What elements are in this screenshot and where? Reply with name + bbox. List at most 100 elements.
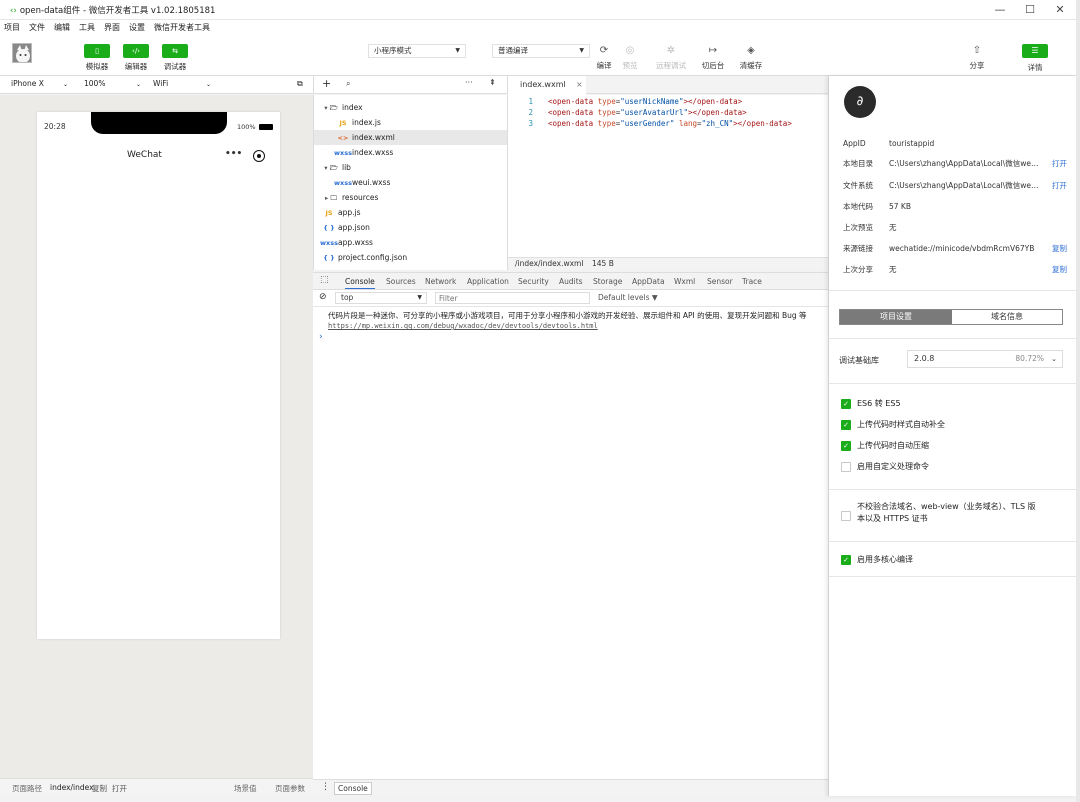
- tab-project-settings[interactable]: 项目设置: [840, 310, 952, 324]
- network-select[interactable]: WiFi: [153, 79, 168, 88]
- info-action-link[interactable]: 打开: [1052, 179, 1067, 193]
- drawer-tab-console[interactable]: Console: [334, 782, 372, 795]
- more-icon[interactable]: ···: [465, 78, 473, 87]
- menu-item-settings[interactable]: 设置: [125, 20, 150, 36]
- file-tree-item[interactable]: wxssweui.wxss: [314, 175, 508, 190]
- devtools-tab-console[interactable]: Console: [345, 277, 375, 289]
- preview-button[interactable]: ◎ 预览: [615, 44, 645, 71]
- devtools-tab-trace[interactable]: Trace: [742, 277, 762, 286]
- file-tree-item[interactable]: wxssapp.wxss: [314, 235, 508, 250]
- popout-icon[interactable]: ⧉: [297, 79, 303, 89]
- remote-debug-button[interactable]: ✲ 远程调试: [656, 44, 686, 71]
- devtools-tab-storage[interactable]: Storage: [593, 277, 622, 286]
- compile-option[interactable]: ✓ ES6 转 ES5: [841, 398, 901, 410]
- chevron-down-icon: ⌄: [136, 81, 142, 88]
- menu-item-tools[interactable]: 工具: [75, 20, 100, 36]
- context-select[interactable]: top ▼: [335, 292, 427, 304]
- background-button[interactable]: ↦ 切后台: [698, 44, 728, 71]
- log-levels-select[interactable]: Default levels ▼: [598, 293, 658, 302]
- file-name: lib: [342, 163, 351, 172]
- compile-option[interactable]: ✓ 上传代码时样式自动补全: [841, 419, 945, 431]
- caret-down-icon: ▼: [417, 294, 422, 301]
- compile-option[interactable]: ✓ 上传代码时自动压缩: [841, 440, 929, 452]
- menu-item-view[interactable]: 界面: [100, 20, 125, 36]
- devtools-tab-security[interactable]: Security: [518, 277, 549, 286]
- file-tree-item[interactable]: ▸ 🗀 resources: [314, 190, 508, 205]
- checkbox[interactable]: [841, 462, 851, 472]
- copy-path-link[interactable]: 复制: [92, 783, 107, 794]
- devtools-tab-wxml[interactable]: Wxml: [674, 277, 695, 286]
- divider: [829, 338, 1077, 339]
- info-value: 57 KB: [889, 202, 911, 211]
- code-attribute: lang: [678, 119, 698, 128]
- debugger-toggle-button[interactable]: ⇆: [162, 44, 188, 58]
- debugger-label: 调试器: [163, 62, 187, 71]
- file-tree-item[interactable]: JS app.js: [314, 205, 508, 220]
- console-filter-input[interactable]: [435, 292, 590, 304]
- file-tree-item[interactable]: <> index.wxml: [314, 130, 508, 145]
- checkbox-checked-icon[interactable]: ✓: [841, 399, 851, 409]
- info-action-link[interactable]: 复制: [1052, 242, 1067, 256]
- skip-domain-check[interactable]: 不校验合法域名、web-view（业务域名）、TLS 版 本以及 HTTPS 证…: [841, 501, 1036, 525]
- explorer-toolbar: + ⌕ ··· ⇞: [313, 76, 507, 94]
- minimize-button[interactable]: —: [985, 2, 1015, 18]
- scene-value-button[interactable]: 场景值: [234, 783, 257, 794]
- close-tab-icon[interactable]: ×: [576, 76, 583, 94]
- search-icon[interactable]: ⌕: [346, 79, 350, 89]
- checkbox-checked-icon[interactable]: ✓: [841, 555, 851, 565]
- phone-screen[interactable]: 20:28 100% WeChat •••: [37, 112, 280, 639]
- maximize-button[interactable]: ☐: [1015, 2, 1045, 18]
- code-editor[interactable]: 1 <open-data type="userNickName"></open-d…: [507, 95, 828, 257]
- file-tree-item[interactable]: { } project.config.json: [314, 250, 508, 265]
- console-link[interactable]: https://mp.weixin.qq.com/debug/wxadoc/de…: [328, 322, 598, 330]
- info-action-link[interactable]: 复制: [1052, 263, 1067, 277]
- devtools-tab-appdata[interactable]: AppData: [632, 277, 665, 286]
- checkbox-checked-icon[interactable]: ✓: [841, 441, 851, 451]
- close-capsule-icon[interactable]: [253, 150, 265, 162]
- device-select[interactable]: iPhone X: [11, 79, 44, 88]
- tab-index-wxml[interactable]: index.wxml ×: [508, 76, 586, 95]
- file-tree-item[interactable]: wxssindex.wxss: [314, 145, 508, 160]
- close-button[interactable]: ✕: [1045, 2, 1075, 18]
- more-options-icon[interactable]: •••: [225, 149, 242, 159]
- file-tree-item[interactable]: { } app.json: [314, 220, 508, 235]
- checkbox[interactable]: [841, 511, 851, 521]
- inspect-icon[interactable]: ⬚: [320, 275, 329, 285]
- collapse-icon[interactable]: ⇞: [489, 78, 496, 87]
- tab-domain-info[interactable]: 域名信息: [952, 310, 1062, 324]
- checkbox-checked-icon[interactable]: ✓: [841, 420, 851, 430]
- menu-item-project[interactable]: 项目: [0, 20, 25, 36]
- menu-item-edit[interactable]: 编辑: [50, 20, 75, 36]
- drawer-menu-icon[interactable]: ⋮: [321, 782, 330, 792]
- file-tree-item[interactable]: JS index.js: [314, 115, 508, 130]
- devtools-tab-sensor[interactable]: Sensor: [707, 277, 733, 286]
- devtools-tab-sources[interactable]: Sources: [386, 277, 416, 286]
- mode-select[interactable]: 小程序模式 ▼: [368, 44, 466, 58]
- status-time: 20:28: [44, 122, 66, 131]
- clear-cache-button[interactable]: ◈ 清缓存: [736, 44, 766, 71]
- add-icon[interactable]: +: [322, 77, 331, 90]
- compile-option[interactable]: 启用自定义处理命令: [841, 461, 929, 473]
- open-path-link[interactable]: 打开: [112, 783, 127, 794]
- info-action-link[interactable]: 打开: [1052, 157, 1067, 171]
- file-tree-item[interactable]: ▾ 🗁 lib: [314, 160, 508, 175]
- zoom-select[interactable]: 100%: [84, 79, 105, 88]
- file-tree-item[interactable]: ▾ 🗁 index: [314, 100, 508, 115]
- devtools-tab-application[interactable]: Application: [467, 277, 509, 286]
- devtools-tab-network[interactable]: Network: [425, 277, 456, 286]
- base-lib-select[interactable]: 2.0.8 80.72% ⌄: [907, 350, 1063, 368]
- page-params-button[interactable]: 页面参数: [275, 783, 305, 794]
- devtools-tab-audits[interactable]: Audits: [559, 277, 583, 286]
- menu-item-file[interactable]: 文件: [25, 20, 50, 36]
- editor-toggle-button[interactable]: ‹/›: [123, 44, 149, 58]
- console-prompt[interactable]: ›: [319, 332, 323, 342]
- menu-item-devtools[interactable]: 微信开发者工具: [150, 20, 215, 36]
- compile-select[interactable]: 普通编译 ▼: [492, 44, 590, 58]
- multicore-compile-option[interactable]: ✓ 启用多核心编译: [841, 554, 913, 566]
- console-output[interactable]: 代码片段是一种迷你、可分享的小程序或小游戏项目，可用于分享小程序和小游戏的开发经…: [313, 307, 828, 779]
- simulator-toggle-button[interactable]: ▯: [84, 44, 110, 58]
- user-avatar[interactable]: [12, 43, 32, 63]
- share-button[interactable]: ⇧ 分享: [962, 44, 992, 71]
- clear-console-icon[interactable]: ⊘: [319, 292, 327, 302]
- details-button[interactable]: ☰: [1022, 44, 1048, 58]
